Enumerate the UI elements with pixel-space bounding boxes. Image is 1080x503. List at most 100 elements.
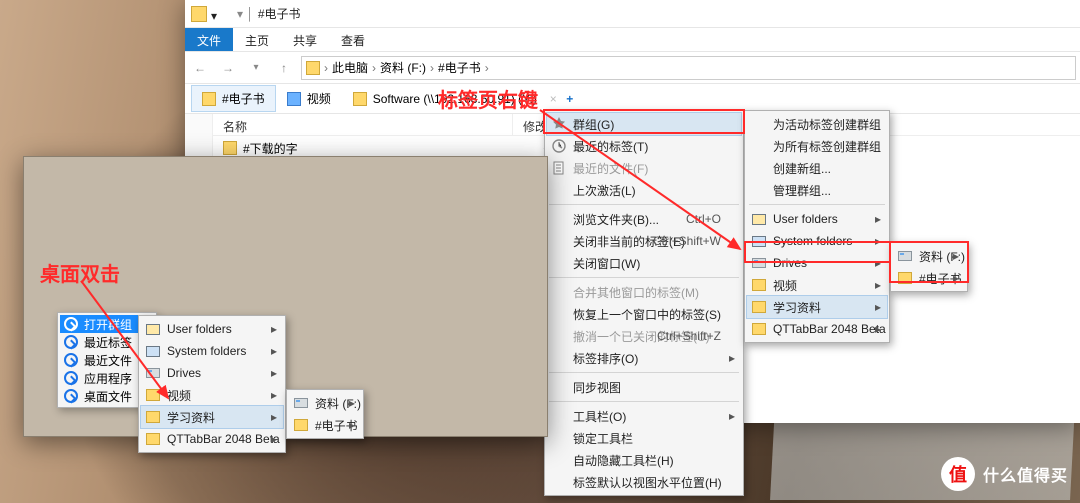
chevron-right-icon: ▸ (729, 409, 735, 423)
menu-item[interactable]: 为活动标签创建群组 (747, 113, 887, 135)
ribbon-file[interactable]: 文件 (185, 28, 233, 51)
chevron-right-icon: ▸ (875, 256, 881, 270)
address-bar[interactable]: › 此电脑 › 资料 (F:) › #电子书 › (301, 56, 1076, 80)
crumb[interactable]: 资料 (F:) (380, 59, 426, 76)
fold-icon (293, 417, 309, 433)
chevron-right-icon: ▸ (271, 322, 277, 336)
chevron-right-icon: ▸ (349, 396, 355, 410)
folder-icon (353, 92, 367, 106)
chevron-right-icon: ▸ (875, 212, 881, 226)
titlebar: ▾ ▾ │ #电子书 (185, 0, 1080, 28)
chevron-right-icon: ▸ (271, 410, 277, 424)
ribbon-view[interactable]: 查看 (329, 28, 377, 51)
menu-item[interactable]: 工具栏(O)▸ (547, 405, 741, 427)
menu-item[interactable]: Drives▸ (141, 362, 283, 384)
star-icon (551, 116, 567, 132)
menu-item[interactable]: 上次激活(L) (547, 179, 741, 201)
chevron-right-icon: ▸ (953, 271, 959, 285)
fold-icon (145, 387, 161, 403)
menu-item[interactable]: 关闭窗口(W) (547, 252, 741, 274)
menu-item[interactable]: Drives▸ (747, 252, 887, 274)
menu-item[interactable]: 视频▸ (747, 274, 887, 296)
menu-item[interactable]: 标签默认以视图水平位置(H) (547, 471, 741, 493)
window-title: #电子书 (258, 5, 301, 22)
drive-icon (897, 248, 913, 264)
drive-icon (751, 255, 767, 271)
tab-ebook[interactable]: #电子书 (191, 85, 276, 112)
menu-item[interactable]: 资料 (F:)▸ (289, 392, 361, 414)
tab-video[interactable]: 视频 (276, 85, 342, 112)
watermark-text: 什么值得买 (983, 462, 1068, 486)
menu-item[interactable]: 标签排序(O)▸ (547, 347, 741, 369)
chevron-right-icon: ▸ (953, 249, 959, 263)
chevron-right-icon: ▸ (875, 322, 881, 336)
desktop-submenu: User folders▸System folders▸Drives▸视频▸学习… (138, 315, 286, 453)
menu-item: 合并其他窗口的标签(M) (547, 281, 741, 303)
address-bar-row: ← → ▾ ↑ › 此电脑 › 资料 (F:) › #电子书 › (185, 52, 1080, 84)
menu-item[interactable]: QTTabBar 2048 Beta▸ (747, 318, 887, 340)
watermark-icon: 值 (941, 457, 975, 491)
menu-item[interactable]: 关闭非当前的标签(E)Ctrl+Shift+W (547, 230, 741, 252)
menu-item[interactable]: User folders▸ (141, 318, 283, 340)
menu-item[interactable]: #电子书▸ (893, 267, 965, 289)
ribbon-tabs: 文件 主页 共享 查看 (185, 28, 1080, 52)
desktop-submenu2: 资料 (F:)▸#电子书▸ (286, 389, 364, 439)
folder-icon (306, 61, 320, 75)
bullet-icon (64, 353, 78, 367)
menu-item[interactable]: 学习资料▸ (141, 406, 283, 428)
ribbon-share[interactable]: 共享 (281, 28, 329, 51)
fold-icon (145, 431, 161, 447)
menu-item[interactable]: System folders▸ (747, 230, 887, 252)
sysf-icon (145, 343, 161, 359)
fold-icon (751, 277, 767, 293)
video-folder-icon (287, 92, 301, 106)
add-tab-button[interactable]: + (559, 92, 581, 106)
crumb[interactable]: #电子书 (438, 59, 481, 76)
menu-item[interactable]: 群组(G) (547, 113, 741, 135)
shortcut: Ctrl+Shift+Z (657, 329, 721, 343)
col-name[interactable]: 名称 (213, 114, 513, 135)
menu-item[interactable]: User folders▸ (747, 208, 887, 230)
menu-item[interactable]: 学习资料▸ (747, 296, 887, 318)
shortcut: Ctrl+O (686, 212, 721, 226)
menu-item[interactable]: 自动隐藏工具栏(H) (547, 449, 741, 471)
menu-item[interactable]: #电子书▸ (289, 414, 361, 436)
menu-item[interactable]: 最近的标签(T) (547, 135, 741, 157)
nav-back-icon[interactable]: ← (189, 57, 211, 79)
chevron-right-icon: ▸ (271, 366, 277, 380)
fold-icon (145, 409, 161, 425)
menu-item[interactable]: 资料 (F:)▸ (893, 245, 965, 267)
annotation-tab-rightclick: 标签页右键 (438, 84, 538, 113)
qat-dropdown-icon[interactable]: ▾ (211, 9, 221, 19)
nav-fwd-icon[interactable]: → (217, 57, 239, 79)
menu-item[interactable]: 锁定工具栏 (547, 427, 741, 449)
annotation-desktop-dblclick: 桌面双击 (40, 258, 120, 287)
chevron-right-icon: ▸ (875, 234, 881, 248)
userf-icon (751, 211, 767, 227)
userf-icon (145, 321, 161, 337)
chevron-right-icon: ▸ (271, 388, 277, 402)
menu-item[interactable]: 浏览文件夹(B)...Ctrl+O (547, 208, 741, 230)
list-item[interactable]: #下载的字 (213, 138, 326, 158)
menu-item[interactable]: 同步视图 (547, 376, 741, 398)
fold-icon (751, 299, 767, 315)
folder-icon (202, 92, 216, 106)
nav-history-icon[interactable]: ▾ (245, 57, 267, 79)
bullet-icon (64, 389, 78, 403)
menu-item[interactable]: 恢复上一个窗口中的标签(S) (547, 303, 741, 325)
shortcut: Ctrl+Shift+W (653, 234, 721, 248)
tab-context-menu: 群组(G)最近的标签(T)最近的文件(F)上次激活(L)浏览文件夹(B)...C… (544, 110, 744, 496)
menu-item: 撤消一个已关闭的标签(U)Ctrl+Shift+Z (547, 325, 741, 347)
ribbon-home[interactable]: 主页 (233, 28, 281, 51)
menu-item[interactable]: 管理群组... (747, 179, 887, 201)
menu-item[interactable]: 为所有标签创建群组 (747, 135, 887, 157)
chevron-right-icon: ▸ (729, 351, 735, 365)
menu-item[interactable]: 创建新组... (747, 157, 887, 179)
nav-up-icon[interactable]: ↑ (273, 57, 295, 79)
menu-item[interactable]: QTTabBar 2048 Beta▸ (141, 428, 283, 450)
chevron-right-icon: ▸ (875, 278, 881, 292)
menu-item[interactable]: System folders▸ (141, 340, 283, 362)
crumb[interactable]: 此电脑 (332, 59, 368, 76)
bullet-icon (64, 317, 78, 331)
menu-item[interactable]: 视频▸ (141, 384, 283, 406)
